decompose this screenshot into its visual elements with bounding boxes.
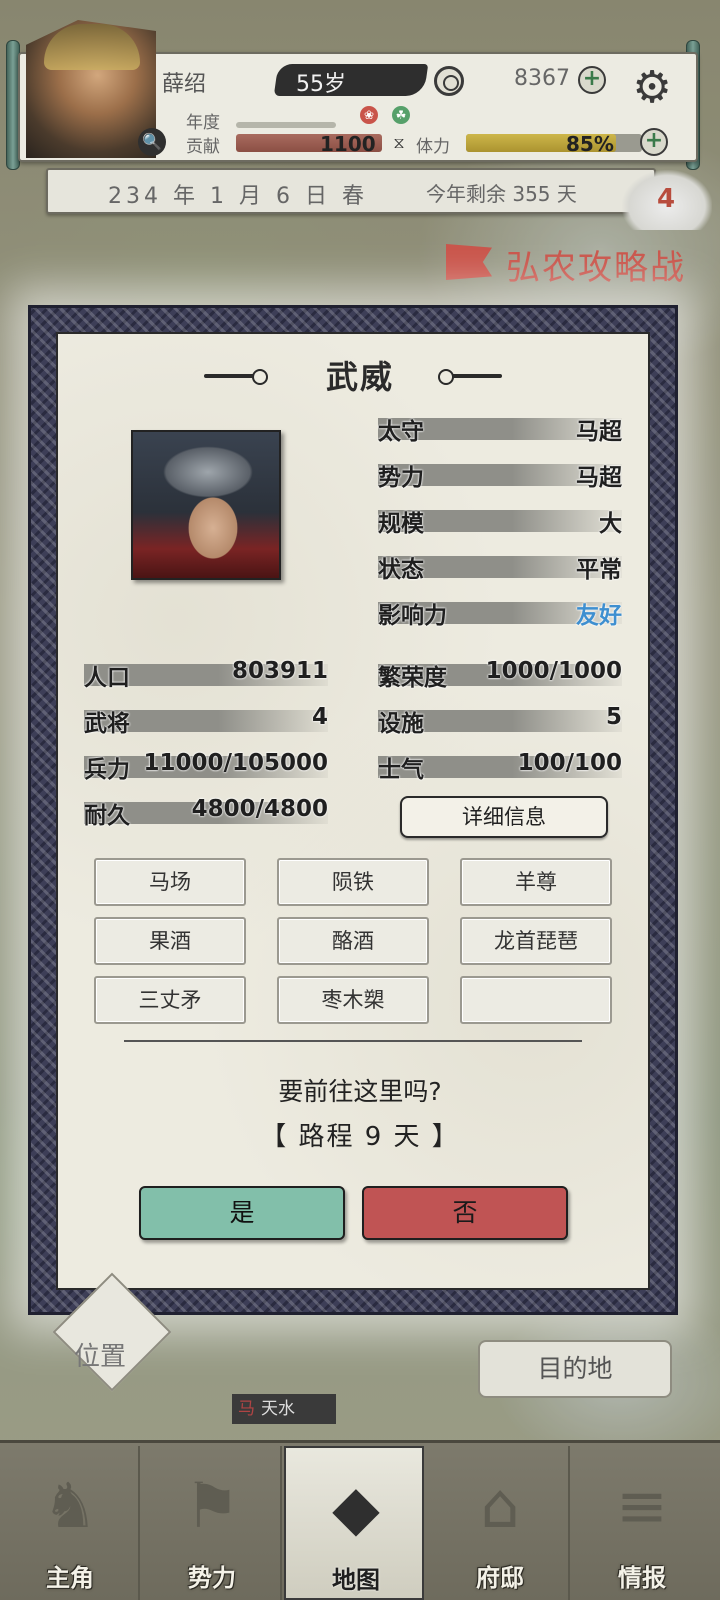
stat-label: 士气 xyxy=(378,757,424,783)
info-value: 平常 xyxy=(576,557,622,583)
leaf-icon: ☘ xyxy=(392,106,410,124)
contribution-label: 贡献 xyxy=(186,137,220,157)
info-row-influence: 影响力 友好 xyxy=(378,596,622,629)
player-age: 55岁 xyxy=(296,72,346,97)
destination-button[interactable]: 目的地 xyxy=(478,1340,672,1398)
stat-label: 人口 xyxy=(84,665,130,691)
travel-question: 要前往这里吗? xyxy=(278,1077,442,1106)
specialty-item[interactable]: 羊尊 xyxy=(460,858,612,906)
player-name: 薛绍 xyxy=(162,72,207,97)
info-value: 马超 xyxy=(576,465,622,491)
nav-hero[interactable]: ♞ 主角 xyxy=(0,1446,140,1600)
add-stamina-button[interactable]: + xyxy=(640,128,668,156)
mansion-icon: ⌂ xyxy=(480,1469,520,1542)
stat-row-morale: 士气 100/100 xyxy=(378,750,622,783)
specialty-item[interactable]: 龙首琵琶 xyxy=(460,917,612,965)
nav-label: 主角 xyxy=(46,1564,94,1592)
yes-button[interactable]: 是 xyxy=(139,1186,345,1240)
info-row-scale: 规模 大 xyxy=(378,504,622,537)
add-gold-button[interactable]: + xyxy=(578,66,606,94)
nav-map[interactable]: ◆ 地图 xyxy=(284,1446,424,1600)
city-tag-mark: 马 xyxy=(238,1399,255,1419)
dialog-divider xyxy=(124,1040,582,1042)
specialty-item[interactable]: 枣木槊 xyxy=(277,976,429,1024)
date-bar: 234 年 1 月 6 日 春 今年剩余 355 天 xyxy=(46,168,656,214)
stat-row-troops: 兵力 11000/105000 xyxy=(84,750,328,783)
stat-label: 耐久 xyxy=(84,803,130,829)
badge-count: 4 xyxy=(657,184,676,214)
hourglass-icon: ⧖ xyxy=(393,133,405,152)
nav-mansion[interactable]: ⌂ 府邸 xyxy=(430,1446,570,1600)
nav-label: 府邸 xyxy=(476,1564,524,1592)
stat-row-facilities: 设施 5 xyxy=(378,704,622,737)
info-value: 马超 xyxy=(576,419,622,445)
specialty-item-empty[interactable] xyxy=(460,976,612,1024)
stat-row-generals: 武将 4 xyxy=(84,704,328,737)
stat-value: 803911 xyxy=(231,658,328,684)
status-panel: 🔍 薛绍 55岁 8367 + ⚙ 年度 ❀ ☘ 贡献 1100 ⧖ 体力 85… xyxy=(0,0,720,230)
stat-label: 兵力 xyxy=(84,757,130,783)
stat-value: 5 xyxy=(605,704,622,730)
info-row-status: 状态 平常 xyxy=(378,550,622,583)
stat-value: 11000/105000 xyxy=(143,750,328,776)
coin-icon xyxy=(434,66,464,96)
stat-label: 繁荣度 xyxy=(378,665,447,691)
rose-icon: ❀ xyxy=(360,106,378,124)
detail-info-button[interactable]: 详细信息 xyxy=(400,796,608,838)
map-icon: ◆ xyxy=(332,1471,380,1544)
specialty-item[interactable]: 马场 xyxy=(94,858,246,906)
nav-label: 地图 xyxy=(332,1566,380,1594)
stat-label: 设施 xyxy=(378,711,424,737)
stat-value: 100/100 xyxy=(517,750,622,776)
remaining-days: 今年剩余 355 天 xyxy=(426,182,577,206)
flag-icon: ⚑ xyxy=(184,1469,240,1542)
specialty-item[interactable]: 三丈矛 xyxy=(94,976,246,1024)
specialty-item[interactable]: 果酒 xyxy=(94,917,246,965)
info-label: 太守 xyxy=(378,419,424,445)
info-label: 影响力 xyxy=(378,603,447,629)
stat-value: 1000/1000 xyxy=(485,658,622,684)
nav-label: 情报 xyxy=(618,1564,666,1592)
stamina-value: 85% xyxy=(566,132,614,156)
city-marker-tianshui[interactable]: 马天水 xyxy=(232,1394,336,1424)
stat-value: 4800/4800 xyxy=(191,796,328,822)
city-tag-name: 天水 xyxy=(261,1399,295,1419)
stat-value: 4 xyxy=(311,704,328,730)
influence-value: 友好 xyxy=(576,603,622,629)
info-value: 大 xyxy=(599,511,622,537)
city-name: 武威 xyxy=(325,358,394,396)
nav-intel[interactable]: ≡ 情报 xyxy=(572,1446,720,1600)
gear-icon[interactable]: ⚙ xyxy=(622,58,682,118)
hero-icon: ♞ xyxy=(42,1469,98,1542)
contribution-value: 1100 xyxy=(320,132,376,156)
search-icon[interactable]: 🔍 xyxy=(138,128,166,156)
year-progress-bar xyxy=(236,122,336,128)
nav-label: 势力 xyxy=(188,1564,236,1592)
info-label: 势力 xyxy=(378,465,424,491)
no-button[interactable]: 否 xyxy=(362,1186,568,1240)
route-duration: 【 路程 9 天 】 xyxy=(260,1122,460,1152)
nav-faction[interactable]: ⚑ 势力 xyxy=(142,1446,282,1600)
stat-row-population: 人口 803911 xyxy=(84,658,328,691)
gold-amount: 8367 xyxy=(514,66,570,91)
stat-row-durability: 耐久 4800/4800 xyxy=(84,796,328,829)
stamina-bar xyxy=(466,134,642,152)
stat-row-prosperity: 繁荣度 1000/1000 xyxy=(378,658,622,691)
info-row-governor: 太守 马超 xyxy=(378,412,622,445)
scroll-icon: ≡ xyxy=(616,1469,668,1542)
info-label: 规模 xyxy=(378,511,424,537)
specialty-item[interactable]: 酪酒 xyxy=(277,917,429,965)
current-date: 234 年 1 月 6 日 春 xyxy=(108,184,368,209)
campaign-title[interactable]: 弘农攻略战 xyxy=(506,240,686,289)
info-row-faction: 势力 马超 xyxy=(378,458,622,491)
player-avatar[interactable] xyxy=(26,20,156,158)
location-button[interactable]: 位置 xyxy=(74,1336,126,1373)
year-label: 年度 xyxy=(186,113,220,133)
info-label: 状态 xyxy=(378,557,424,583)
stamina-label: 体力 xyxy=(416,137,450,157)
specialty-item[interactable]: 陨铁 xyxy=(277,858,429,906)
stat-label: 武将 xyxy=(84,711,130,737)
governor-portrait[interactable] xyxy=(131,430,281,580)
